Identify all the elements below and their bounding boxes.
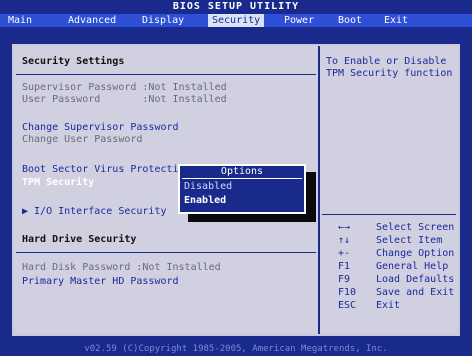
desc-save-exit: Save and Exit xyxy=(376,287,455,298)
tab-power[interactable]: Power xyxy=(280,14,318,27)
key-change-option: +- xyxy=(338,248,351,259)
hard-disk-password-status: Hard Disk Password :Not Installed xyxy=(22,262,221,273)
tpm-security[interactable]: TPM Security xyxy=(22,177,94,189)
key-save-exit: F10 xyxy=(338,287,357,298)
change-supervisor-password[interactable]: Change Supervisor Password xyxy=(22,122,179,134)
tab-display[interactable]: Display xyxy=(138,14,188,27)
key-select-screen: ←→ xyxy=(338,222,351,233)
menu-bar: Main Advanced Display Security Power Boo… xyxy=(0,14,472,27)
desc-general-help: General Help xyxy=(376,261,449,272)
desc-select-item: Select Item xyxy=(376,235,443,246)
help-divider xyxy=(322,214,456,215)
supervisor-password-status: Supervisor Password :Not Installed xyxy=(22,82,227,93)
boot-sector-virus-protection[interactable]: Boot Sector Virus Protectio xyxy=(22,164,185,176)
hard-drive-security-header: Hard Drive Security xyxy=(22,234,137,245)
help-text-line2: TPM Security function xyxy=(326,68,453,79)
copyright-footer: v02.59 (C)Copyright 1985-2005, American … xyxy=(84,344,388,354)
change-user-password: Change User Password xyxy=(22,134,143,145)
popup-divider xyxy=(182,178,302,179)
help-text-line1: To Enable or Disable xyxy=(326,56,447,67)
tab-main[interactable]: Main xyxy=(4,14,36,27)
key-select-item: ↑↓ xyxy=(338,235,351,246)
security-settings-header: Security Settings xyxy=(22,56,125,67)
desc-change-option: Change Option xyxy=(376,248,455,259)
desc-exit: Exit xyxy=(376,300,401,311)
divider xyxy=(16,74,316,75)
primary-master-hd-password[interactable]: Primary Master HD Password xyxy=(22,276,179,288)
bios-title: BIOS SETUP UTILITY xyxy=(172,1,300,12)
option-disabled[interactable]: Disabled xyxy=(184,181,232,193)
options-popup: Options Disabled Enabled xyxy=(178,164,306,214)
key-load-defaults: F9 xyxy=(338,274,351,285)
tab-advanced[interactable]: Advanced xyxy=(64,14,120,27)
tab-boot[interactable]: Boot xyxy=(334,14,366,27)
divider xyxy=(16,252,316,253)
option-enabled[interactable]: Enabled xyxy=(184,195,226,207)
io-interface-security[interactable]: ▶ I/O Interface Security xyxy=(22,206,167,218)
desc-select-screen: Select Screen xyxy=(376,222,455,233)
desc-load-defaults: Load Defaults xyxy=(376,274,455,285)
key-exit: ESC xyxy=(338,300,357,311)
tab-exit[interactable]: Exit xyxy=(380,14,412,27)
user-password-status: User Password :Not Installed xyxy=(22,94,227,105)
key-general-help: F1 xyxy=(338,261,351,272)
tab-security[interactable]: Security xyxy=(208,14,265,27)
popup-title: Options xyxy=(220,166,264,177)
